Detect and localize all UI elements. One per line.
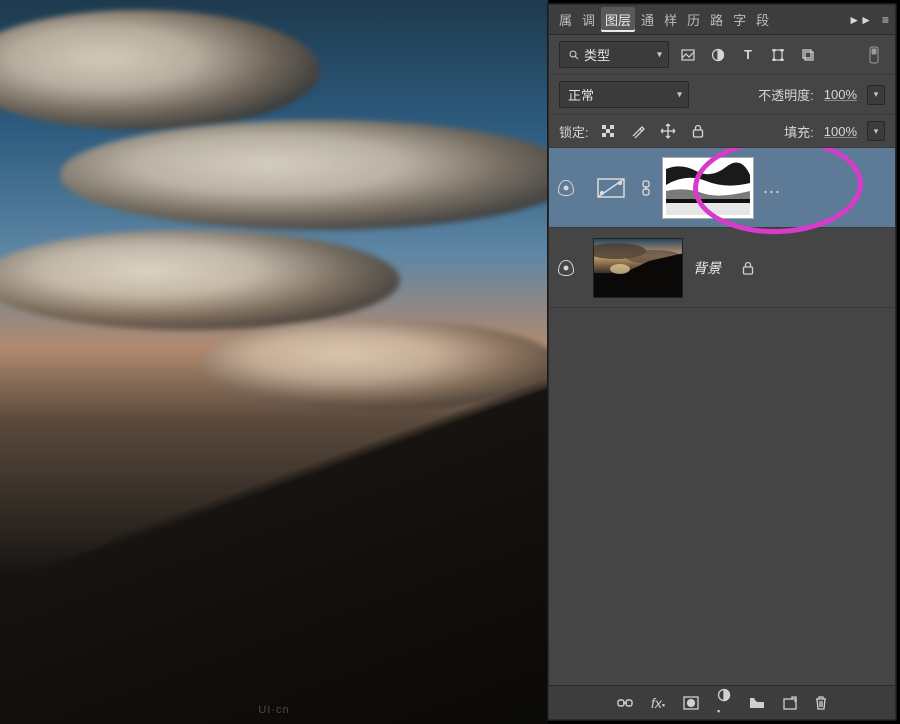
blend-row: 正常 ▾ 不透明度: 100% ▾ [549,75,895,115]
layer-row[interactable]: ... [549,148,895,228]
new-group-icon[interactable] [749,697,765,709]
lock-row: 锁定: 填充: 100% ▾ [549,115,895,148]
layer-row[interactable]: 背景 [549,228,895,308]
panel-tab[interactable]: 属 [555,7,576,32]
filter-type-text-icon[interactable]: T [737,45,759,65]
lock-position-icon[interactable] [657,121,679,141]
layer-lock-icon [741,261,755,275]
visibility-eye-icon[interactable] [558,180,574,196]
filter-smartobject-icon[interactable] [797,45,819,65]
chevron-down-icon: ▾ [657,49,662,60]
panel-tab[interactable]: 段 [752,7,773,32]
lock-transparency-icon[interactable] [597,121,619,141]
lock-all-icon[interactable] [687,121,709,141]
search-icon [568,49,580,61]
visibility-eye-icon[interactable] [558,260,574,276]
panel-tab[interactable]: 路 [706,7,727,32]
panel-tab-layers[interactable]: 图层 [601,7,635,32]
filter-shape-icon[interactable] [767,45,789,65]
layer-thumbnail[interactable] [593,238,683,298]
blend-mode-label: 正常 [568,85,594,104]
add-mask-icon[interactable] [683,696,699,710]
filter-adjustment-icon[interactable] [707,45,729,65]
layer-list: ... 背景 [549,148,895,685]
layer-properties-icon[interactable]: ... [763,177,781,198]
panel-tab[interactable]: 通 [637,7,658,32]
filter-type-dropdown[interactable]: 类型 ▾ [559,41,669,68]
document-canvas[interactable]: UI·cn [0,0,548,724]
panel-menu-icon[interactable]: ≡ [882,13,889,27]
chevron-down-icon: ▾ [677,89,682,100]
lock-pixels-icon[interactable] [627,121,649,141]
delete-layer-icon[interactable] [815,696,827,710]
fill-label: 填充: [784,122,814,141]
adjustment-layer-icon [593,174,629,202]
opacity-flyout-button[interactable]: ▾ [867,85,885,105]
filter-type-label: 类型 [584,45,610,64]
blend-mode-dropdown[interactable]: 正常 ▾ [559,81,689,108]
panel-expand-icon[interactable]: ►► [848,13,872,27]
layer-filter-row: 类型 ▾ T [549,35,895,75]
layer-mask-thumbnail[interactable] [663,158,753,218]
filter-pixel-icon[interactable] [677,45,699,65]
new-layer-icon[interactable] [783,696,797,710]
fill-value[interactable]: 100% [822,124,859,139]
layer-link-icon[interactable] [639,180,653,196]
link-layers-icon[interactable] [617,697,633,709]
new-adjustment-icon[interactable]: ▪ [717,688,731,717]
panel-tab[interactable]: 字 [729,7,750,32]
layer-name[interactable]: 背景 [693,258,721,278]
lock-label: 锁定: [559,122,589,141]
layers-panel: 属 调 图层 通 样 历 路 字 段 ►► ≡ 类型 ▾ T 正常 ▾ [548,4,896,720]
panel-tab[interactable]: 调 [578,7,599,32]
fill-flyout-button[interactable]: ▾ [867,121,885,141]
panel-tab[interactable]: 样 [660,7,681,32]
panel-tab[interactable]: 历 [683,7,704,32]
panel-bottom-bar: fx▪ ▪ [549,685,895,719]
layer-fx-icon[interactable]: fx▪ [651,695,665,711]
panel-tabbar: 属 调 图层 通 样 历 路 字 段 ►► ≡ [549,5,895,35]
opacity-value[interactable]: 100% [822,87,859,102]
opacity-label: 不透明度: [758,85,814,104]
watermark-text: UI·cn [258,704,289,716]
filter-toggle-switch[interactable] [863,45,885,65]
